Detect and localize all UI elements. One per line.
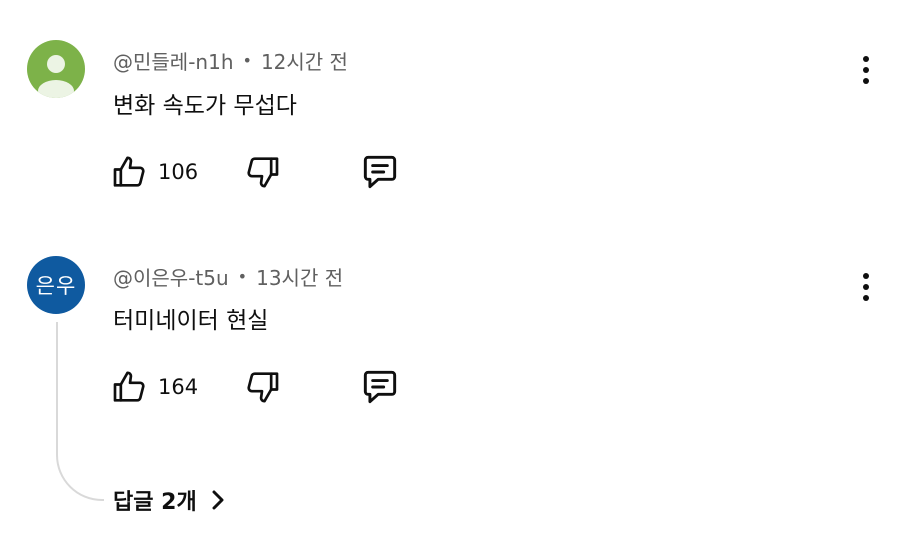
reply-button[interactable] — [358, 150, 402, 194]
thread-connector-line — [56, 322, 104, 501]
thumbs-down-icon — [247, 157, 279, 188]
comment-meta: @이은우-t5u • 13시간 전 — [113, 262, 343, 291]
like-count: 106 — [158, 160, 199, 184]
comment-item: @민들레-n1h • 12시간 전 변화 속도가 무섭다 106 — [0, 0, 905, 215]
view-replies-button[interactable]: 답글 2개 — [113, 482, 227, 518]
more-vertical-icon[interactable] — [852, 50, 880, 90]
thumbs-up-icon — [113, 371, 145, 402]
default-person-icon — [38, 55, 74, 98]
thumbs-down-icon — [247, 372, 279, 403]
comment-text: 변화 속도가 무섭다 — [113, 93, 297, 119]
avatar[interactable] — [27, 40, 85, 98]
comment-time[interactable]: 13시간 전 — [256, 262, 343, 291]
thumbs-up-icon — [113, 156, 145, 187]
meta-separator: • — [237, 267, 248, 286]
author-handle[interactable]: @민들레-n1h — [113, 46, 234, 75]
reply-comment-icon — [363, 370, 397, 404]
more-vertical-icon[interactable] — [852, 267, 880, 307]
comment-meta: @민들레-n1h • 12시간 전 — [113, 46, 348, 75]
author-handle[interactable]: @이은우-t5u — [113, 262, 229, 291]
dislike-button[interactable] — [242, 150, 282, 194]
avatar-initials: 은우 — [35, 274, 77, 298]
avatar[interactable]: 은우 — [27, 256, 85, 314]
like-count: 164 — [158, 375, 199, 399]
like-button[interactable]: 106 — [110, 150, 198, 194]
reply-button[interactable] — [358, 365, 402, 409]
reply-comment-icon — [363, 155, 397, 189]
comment-time[interactable]: 12시간 전 — [261, 46, 348, 75]
replies-label: 답글 2개 — [113, 490, 197, 515]
meta-separator: • — [242, 51, 252, 70]
like-button[interactable]: 164 — [110, 365, 198, 409]
dislike-button[interactable] — [242, 365, 282, 409]
comment-text: 터미네이터 현실 — [113, 308, 269, 334]
chevron-right-icon — [209, 489, 227, 511]
